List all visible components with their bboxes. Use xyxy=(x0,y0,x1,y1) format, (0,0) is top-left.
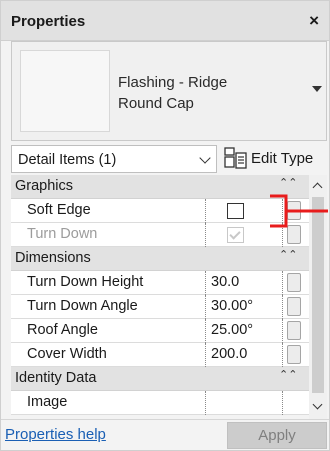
property-name: Turn Down xyxy=(11,223,206,247)
turn-down-checkbox xyxy=(227,227,244,243)
type-preview-image xyxy=(20,50,110,132)
close-icon[interactable]: × xyxy=(309,11,319,31)
property-value[interactable]: 30.00° xyxy=(207,295,283,319)
footer: Properties help Apply xyxy=(1,419,329,450)
element-filter-value: Detail Items (1) xyxy=(18,152,117,168)
type-selector[interactable]: Flashing - Ridge Round Cap xyxy=(11,41,327,141)
property-row-turn-down: Turn Down xyxy=(11,223,309,247)
property-name: Image xyxy=(11,391,206,415)
collapse-icon[interactable]: ⌃⌃ xyxy=(279,370,297,381)
property-row-turn-down-height[interactable]: Turn Down Height 30.0 xyxy=(11,271,309,295)
group-dimensions[interactable]: Dimensions ⌃⌃ xyxy=(11,247,309,271)
element-filter-dropdown[interactable]: Detail Items (1) xyxy=(11,145,217,173)
property-value[interactable]: 30.0 xyxy=(207,271,283,295)
property-name: Cover Width xyxy=(11,343,206,367)
edit-type-button[interactable]: Edit Type xyxy=(223,144,329,172)
property-action-button[interactable] xyxy=(287,297,301,316)
edit-type-label: Edit Type xyxy=(251,150,314,167)
property-name: Soft Edge xyxy=(11,199,206,223)
property-row-soft-edge: Soft Edge xyxy=(11,199,309,223)
red-bracket-annotation xyxy=(270,194,328,228)
collapse-icon[interactable]: ⌃⌃ xyxy=(279,250,297,261)
check-icon xyxy=(229,228,241,240)
property-action-button[interactable] xyxy=(287,321,301,340)
property-action-button[interactable] xyxy=(287,345,301,364)
property-value[interactable]: 200.0 xyxy=(207,343,283,367)
property-name: Turn Down Height xyxy=(11,271,206,295)
property-name: Roof Angle xyxy=(11,319,206,343)
property-grid: Graphics ⌃⌃ Soft Edge Turn Down Dimensio… xyxy=(11,175,309,419)
property-action-button[interactable] xyxy=(287,273,301,292)
panel-title: Properties xyxy=(11,13,86,30)
property-row-roof-angle[interactable]: Roof Angle 25.00° xyxy=(11,319,309,343)
chevron-down-icon[interactable] xyxy=(312,86,322,92)
property-value[interactable]: 25.00° xyxy=(207,319,283,343)
group-label: Graphics xyxy=(15,178,74,194)
collapse-icon[interactable]: ⌃⌃ xyxy=(279,178,297,189)
property-value[interactable] xyxy=(207,391,283,415)
type-name-line2: Round Cap xyxy=(118,95,194,112)
properties-help-link[interactable]: Properties help xyxy=(5,426,106,443)
type-name: Flashing - Ridge Round Cap xyxy=(118,72,227,114)
soft-edge-checkbox[interactable] xyxy=(227,203,244,219)
property-name: Turn Down Angle xyxy=(11,295,206,319)
filter-row: Detail Items (1) Edit Type xyxy=(11,141,327,175)
group-graphics[interactable]: Graphics ⌃⌃ xyxy=(11,175,309,199)
property-row-image[interactable]: Image xyxy=(11,391,309,415)
scroll-up-icon[interactable] xyxy=(312,182,323,193)
apply-button[interactable]: Apply xyxy=(227,422,327,449)
group-label: Identity Data xyxy=(15,370,97,386)
group-label: Dimensions xyxy=(15,250,91,266)
chevron-down-icon xyxy=(199,152,211,164)
scroll-down-icon[interactable] xyxy=(312,399,323,410)
type-name-line1: Flashing - Ridge xyxy=(118,74,228,91)
property-row-turn-down-angle[interactable]: Turn Down Angle 30.00° xyxy=(11,295,309,319)
edit-type-icon xyxy=(224,147,247,169)
group-identity-data[interactable]: Identity Data ⌃⌃ xyxy=(11,367,309,391)
property-row-cover-width[interactable]: Cover Width 200.0 xyxy=(11,343,309,367)
title-bar: Properties × xyxy=(1,1,329,41)
